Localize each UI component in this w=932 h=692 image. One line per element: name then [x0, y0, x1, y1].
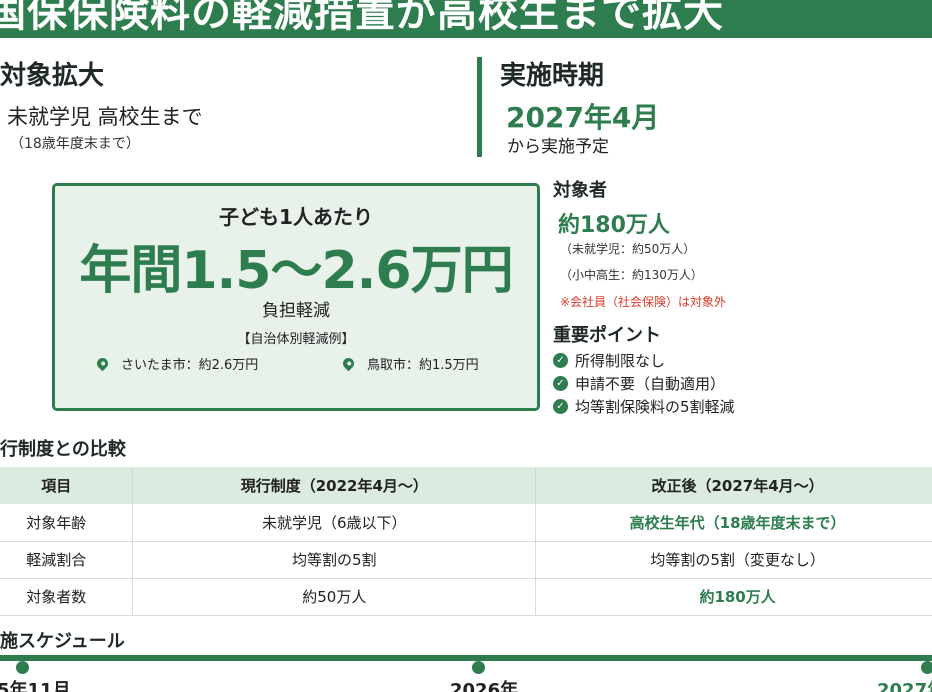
check-circle-icon: ✓ — [553, 376, 568, 391]
target-expansion-main: 未就学児 高校生まで — [7, 105, 203, 129]
schedule-label: 2026年 — [450, 680, 519, 692]
comparison-table: 項目 現行制度（2022年4月〜） 改正後（2027年4月〜） 対象年齢 未就学… — [0, 467, 932, 616]
timing-sub: から実施予定 — [507, 137, 609, 157]
check-circle-icon: ✓ — [553, 399, 568, 414]
timing-heading: 実施時期 — [500, 61, 605, 91]
column-header: 現行制度（2022年4月〜） — [132, 467, 537, 504]
timing-date: 2027年4月 — [506, 101, 660, 134]
timeline-dot — [921, 661, 932, 674]
table-cell: 高校生年代（18歳年度末まで） — [535, 504, 932, 542]
table-cell: 均等割の5割（変更なし） — [535, 541, 932, 579]
recipients-warning: ※会社員（社会保険）は対象外 — [560, 295, 727, 309]
point-item: 申請不要（自動適用） — [575, 375, 726, 393]
annual-reduction-amount: 年間1.5〜2.6万円 — [79, 241, 513, 301]
table-cell: 軽減割合 — [0, 541, 134, 579]
table-cell: 対象者数 — [0, 578, 134, 616]
target-expansion-note: （18歳年度末まで） — [10, 136, 140, 152]
recipients-heading: 対象者 — [553, 180, 607, 201]
table-cell: 約50万人 — [132, 578, 537, 616]
table-header-row: 項目 現行制度（2022年4月〜） 改正後（2027年4月〜） — [0, 467, 932, 504]
example-saitama: さいたま市：約2.6万円 — [121, 358, 259, 373]
table-cell: 対象年齢 — [0, 504, 134, 542]
point-item: 所得制限なし — [575, 352, 666, 370]
point-item: 均等割保険料の5割軽減 — [575, 398, 735, 416]
timeline-dot — [16, 661, 29, 674]
map-pin-icon — [340, 355, 357, 372]
timeline-dot — [472, 661, 485, 674]
schedule-heading: 施スケジュール — [0, 631, 125, 652]
recipients-total: 約180万人 — [558, 213, 670, 238]
table-cell: 未就学児（6歳以下） — [132, 504, 537, 542]
comparison-heading: 行制度との比較 — [0, 439, 126, 460]
column-header: 改正後（2027年4月〜） — [535, 467, 932, 504]
recipients-preschool: （未就学児：約50万人） — [560, 242, 696, 256]
check-circle-icon: ✓ — [553, 353, 568, 368]
table-cell: 約180万人 — [535, 578, 932, 616]
table-cell: 均等割の5割 — [132, 541, 537, 579]
table-row: 対象年齢 未就学児（6歳以下） 高校生年代（18歳年度末まで） — [0, 504, 932, 542]
municipal-example-heading: 【自治体別軽減例】 — [237, 332, 355, 347]
page-title: 国保保険料の軽減措置が高校生まで拡大 — [0, 0, 724, 36]
table-row: 軽減割合 均等割の5割 均等割の5割（変更なし） — [0, 541, 932, 579]
target-expansion-heading: 対象拡大 — [0, 61, 105, 91]
schedule-label: 5年11月 — [0, 680, 71, 692]
map-pin-icon — [94, 355, 111, 372]
example-tottori: 鳥取市：約1.5万円 — [367, 358, 479, 373]
per-child-label: 子ども1人あたり — [219, 205, 373, 229]
key-points-heading: 重要ポイント — [553, 325, 661, 346]
title-banner: 国保保険料の軽減措置が高校生まで拡大 — [0, 0, 932, 38]
recipients-school: （小中高生：約130万人） — [560, 268, 703, 282]
reduction-card: 子ども1人あたり 年間1.5〜2.6万円 負担軽減 【自治体別軽減例】 さいたま… — [52, 183, 540, 411]
burden-reduction-label: 負担軽減 — [262, 301, 330, 321]
schedule-label: 2027年 — [877, 680, 932, 692]
table-row: 対象者数 約50万人 約180万人 — [0, 578, 932, 616]
timing-divider — [477, 57, 482, 157]
column-header: 項目 — [0, 467, 134, 504]
schedule-timeline — [0, 655, 932, 661]
